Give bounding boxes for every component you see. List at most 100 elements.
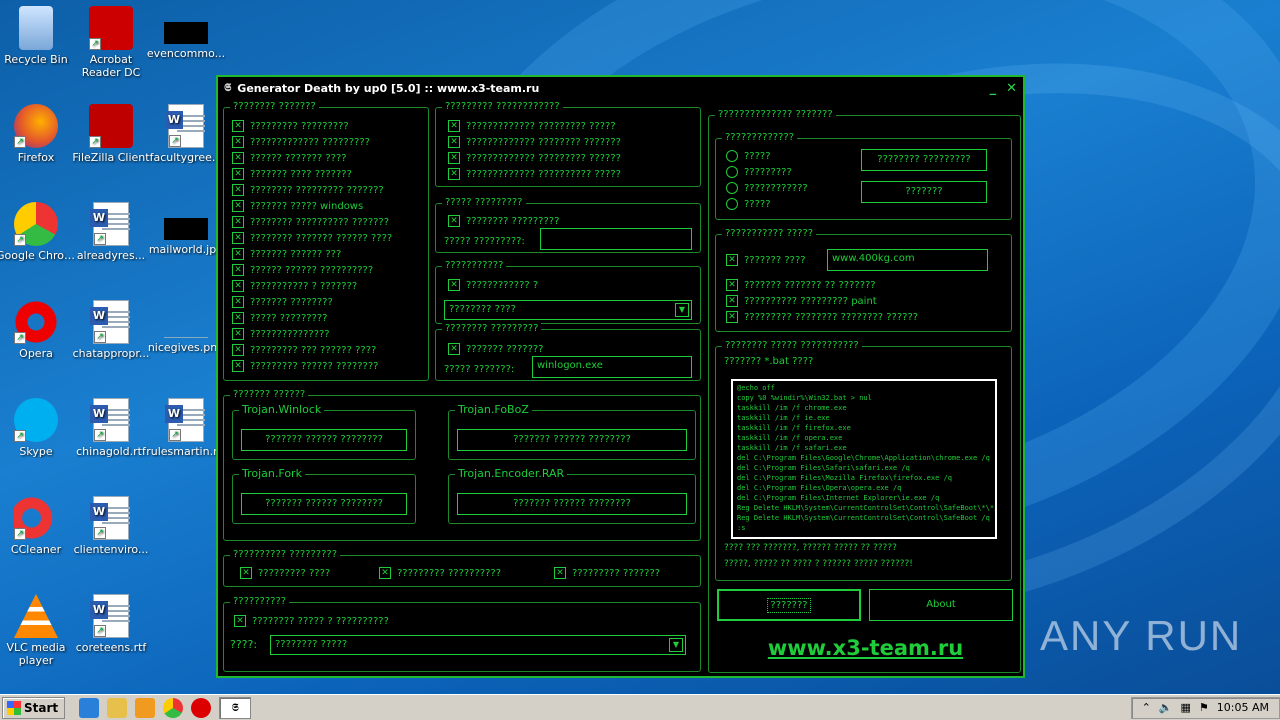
desktop-icon[interactable]: W ↗ clientenviro...	[71, 496, 151, 556]
left-option-checkbox[interactable]: ✕ ??????? ???? ???????	[232, 166, 392, 182]
desktop-icon[interactable]: W ↗ alreadyres...	[71, 202, 151, 262]
left-option-checkbox[interactable]: ✕ ?????? ?????? ??????????	[232, 262, 392, 278]
settings-checkbox[interactable]: ✕ ???????? ????? ? ??????????	[234, 613, 389, 629]
mode-radio[interactable]: ?????	[726, 196, 808, 212]
checkbox-icon: ✕	[232, 344, 244, 356]
desktop-icon[interactable]: W ↗ coreteens.rtf	[71, 594, 151, 654]
shortcut-arrow-icon: ↗	[94, 331, 106, 343]
opera-taskbar-icon[interactable]	[191, 697, 212, 718]
left-option-checkbox[interactable]: ✕ ????????? ?????????	[232, 118, 392, 134]
left-option-checkbox[interactable]: ✕ ???????? ?????????? ???????	[232, 214, 392, 230]
desktop-icon[interactable]: evencommo...	[146, 6, 226, 60]
desktop-icon[interactable]: ↗ Skype	[0, 398, 76, 458]
ie-icon[interactable]	[79, 697, 100, 718]
media-player-icon[interactable]	[135, 697, 156, 718]
desktop-icon[interactable]: Recycle Bin	[0, 6, 76, 66]
left-option-checkbox[interactable]: ✕???????????????	[232, 326, 392, 342]
left-option-checkbox[interactable]: ✕ ??????? ?????? ???	[232, 246, 392, 262]
desktop-icon[interactable]: ↗ Firefox	[0, 104, 76, 164]
message-dropdown[interactable]: ???????? ???? ▼	[444, 300, 692, 320]
left-option-checkbox[interactable]: ✕ ????? ?????????	[232, 310, 392, 326]
about-button[interactable]: About	[869, 589, 1013, 621]
explorer-icon[interactable]	[107, 697, 128, 718]
desktop-icon[interactable]: ↗ Acrobat Reader DC	[71, 6, 151, 79]
flag-icon[interactable]: ⚑	[1199, 701, 1209, 714]
extra-option-checkbox[interactable]: ✕ ????????? ????	[240, 565, 330, 581]
left-option-checkbox[interactable]: ✕ ?????? ??????? ????	[232, 150, 392, 166]
desktop-icon[interactable]: ↗ CCleaner	[0, 496, 76, 556]
desktop-icon[interactable]: nicegives.png	[146, 300, 226, 354]
icon-path-input[interactable]	[540, 228, 692, 250]
radio-circle-icon	[726, 182, 738, 194]
desktop-icon[interactable]: W ↗ chinagold.rtf	[71, 398, 151, 458]
extra-option-checkbox[interactable]: ✕ ????????? ??????????	[379, 565, 501, 581]
generate-button[interactable]: ???????	[717, 589, 861, 621]
mode-radio[interactable]: ?????????	[726, 164, 808, 180]
desktop-icon[interactable]: ↗ Opera	[0, 300, 76, 360]
clock[interactable]: 10:05 AM	[1217, 701, 1269, 714]
open-site-checkbox[interactable]: ✕ ??????? ????	[726, 252, 806, 268]
left-option-checkbox[interactable]: ✕ ??????? ????????	[232, 294, 392, 310]
chevron-down-icon: ▼	[675, 303, 689, 317]
site-link[interactable]: www.x3-team.ru	[709, 636, 1022, 660]
extra-option-checkbox[interactable]: ✕ ????????? ???????	[554, 565, 660, 581]
code-line: taskkill /im /f opera.exe	[737, 434, 843, 442]
shortcut-arrow-icon: ↗	[89, 38, 101, 50]
chevron-up-icon[interactable]: ⌃	[1142, 701, 1151, 714]
speaker-icon[interactable]: 🔈	[1159, 701, 1173, 714]
additional-option-checkbox[interactable]: ✕ ??????? ??????? ?? ???????	[726, 277, 918, 293]
additional-option-checkbox[interactable]: ✕ ?????????? ????????? paint	[726, 293, 918, 309]
desktop-icon[interactable]: mailworld.jpg	[146, 202, 226, 256]
chrome-taskbar-icon[interactable]	[163, 697, 184, 718]
trojan-settings-button[interactable]: ??????? ?????? ????????	[241, 429, 407, 451]
trojan-settings-button[interactable]: ??????? ?????? ????????	[457, 493, 687, 515]
mode-radio[interactable]: ?????	[726, 148, 808, 164]
desktop-icon[interactable]: ↗ Google Chrome	[0, 202, 76, 262]
left-option-checkbox[interactable]: ✕ ??????????? ? ???????	[232, 278, 392, 294]
left-option-checkbox[interactable]: ✕ ????????? ?????? ????????	[232, 358, 392, 374]
desktop-icon[interactable]: W ↗ rulesmartin.rtf	[146, 398, 226, 458]
desktop-icon-label: chinagold.rtf	[76, 445, 146, 458]
desktop-icon[interactable]: ↗ FileZilla Client	[71, 104, 151, 164]
mid-option-checkbox[interactable]: ✕ ????????????? ?????????? ?????	[448, 166, 621, 182]
close-button[interactable]: ✕	[1006, 81, 1017, 96]
desktop-icon[interactable]: W ↗ facultygree...	[146, 104, 226, 164]
desktop-icon-label: Firefox	[17, 151, 55, 164]
taskbar-app-generator[interactable]: 𝕾	[219, 696, 252, 719]
path-dropdown[interactable]: ???????? ????? ▼	[270, 635, 686, 655]
checkbox-label: ??????? ?????? ???	[250, 248, 342, 260]
desktop-icon-label: clientenviro...	[73, 543, 149, 556]
title-bar[interactable]: 𝕾 Generator Death by up0 [5.0] :: www.x3…	[218, 77, 1023, 99]
url-input[interactable]: www.400kg.com	[827, 249, 988, 271]
checkbox-label: ????????? ???????	[572, 567, 661, 579]
icon-checkbox[interactable]: ✕ ???????? ?????????	[448, 213, 559, 229]
checkbox-icon: ✕	[726, 311, 738, 323]
process-name-input[interactable]: winlogon.exe	[532, 356, 692, 378]
checkbox-label: ??????? ????? windows	[250, 200, 364, 212]
start-button[interactable]: Start	[2, 696, 66, 719]
app-window[interactable]: 𝕾 Generator Death by up0 [5.0] :: www.x3…	[216, 75, 1025, 678]
trojan-settings-button[interactable]: ??????? ?????? ????????	[241, 493, 407, 515]
additional-option-checkbox[interactable]: ✕ ????????? ???????? ???????? ??????	[726, 309, 918, 325]
mid-option-checkbox[interactable]: ✕ ????????????? ????????? ??????	[448, 150, 621, 166]
bat-code-editor[interactable]: @echo off copy %0 %windir%\Win32.bat > nu…	[731, 379, 997, 539]
network-icon[interactable]: ▦	[1181, 701, 1191, 714]
desktop-icon[interactable]: W ↗ chatappropr...	[71, 300, 151, 360]
left-option-checkbox[interactable]: ✕ ????????????? ?????????	[232, 134, 392, 150]
left-option-checkbox[interactable]: ✕ ????????? ??? ?????? ????	[232, 342, 392, 358]
left-option-checkbox[interactable]: ✕ ??????? ????? windows	[232, 198, 392, 214]
left-option-checkbox[interactable]: ✕ ???????? ??????? ?????? ????	[232, 230, 392, 246]
mid-option-checkbox[interactable]: ✕ ????????????? ???????? ???????	[448, 134, 621, 150]
minimize-button[interactable]: _	[990, 81, 997, 96]
mode-radio[interactable]: ????????????	[726, 180, 808, 196]
mode-button-1[interactable]: ???????? ?????????	[861, 149, 987, 171]
mid-option-checkbox[interactable]: ✕ ????????????? ????????? ?????	[448, 118, 621, 134]
desktop-icon[interactable]: VLC media player	[0, 594, 76, 667]
windows-logo-icon	[7, 700, 21, 715]
trojan-group-title: Trojan.FoBoZ	[455, 403, 532, 416]
left-option-checkbox[interactable]: ✕ ???????? ????????? ???????	[232, 182, 392, 198]
process-checkbox[interactable]: ✕ ??????? ???????	[448, 341, 544, 357]
trojan-settings-button[interactable]: ??????? ?????? ????????	[457, 429, 687, 451]
message-checkbox[interactable]: ✕ ???????????? ?	[448, 277, 538, 293]
mode-button-2[interactable]: ???????	[861, 181, 987, 203]
